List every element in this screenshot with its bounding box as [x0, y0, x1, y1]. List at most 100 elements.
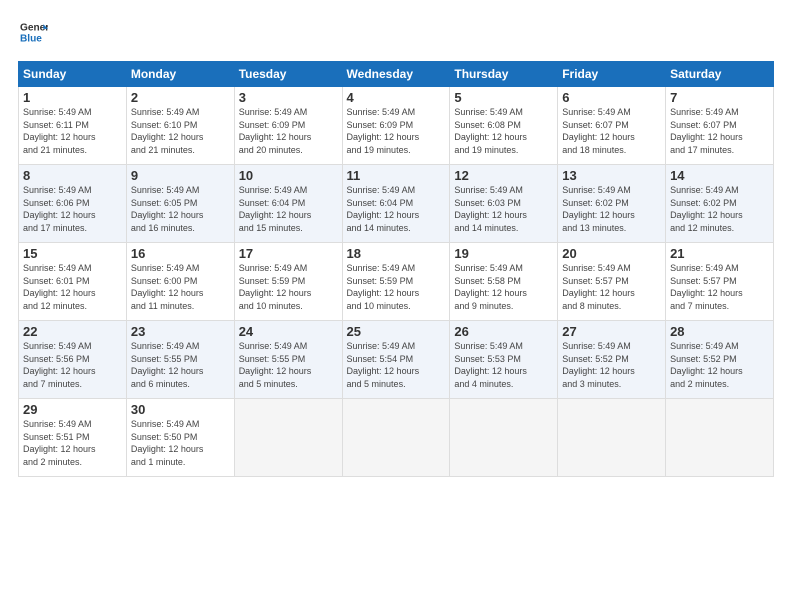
day-number: 13: [562, 168, 661, 183]
calendar-cell: [234, 399, 342, 477]
logo-icon: General Blue: [20, 18, 48, 46]
day-info: Sunrise: 5:49 AM Sunset: 6:10 PM Dayligh…: [131, 106, 230, 156]
day-number: 22: [23, 324, 122, 339]
day-info: Sunrise: 5:49 AM Sunset: 6:11 PM Dayligh…: [23, 106, 122, 156]
day-info: Sunrise: 5:49 AM Sunset: 6:07 PM Dayligh…: [562, 106, 661, 156]
calendar-cell: 12Sunrise: 5:49 AM Sunset: 6:03 PM Dayli…: [450, 165, 558, 243]
day-info: Sunrise: 5:49 AM Sunset: 5:53 PM Dayligh…: [454, 340, 553, 390]
day-number: 24: [239, 324, 338, 339]
calendar-cell: [450, 399, 558, 477]
day-info: Sunrise: 5:49 AM Sunset: 6:06 PM Dayligh…: [23, 184, 122, 234]
calendar-cell: 29Sunrise: 5:49 AM Sunset: 5:51 PM Dayli…: [19, 399, 127, 477]
weekday-header-friday: Friday: [558, 62, 666, 87]
calendar-cell: 25Sunrise: 5:49 AM Sunset: 5:54 PM Dayli…: [342, 321, 450, 399]
day-number: 26: [454, 324, 553, 339]
day-number: 21: [670, 246, 769, 261]
day-info: Sunrise: 5:49 AM Sunset: 6:09 PM Dayligh…: [239, 106, 338, 156]
day-number: 16: [131, 246, 230, 261]
calendar-cell: 4Sunrise: 5:49 AM Sunset: 6:09 PM Daylig…: [342, 87, 450, 165]
day-number: 7: [670, 90, 769, 105]
calendar-cell: 24Sunrise: 5:49 AM Sunset: 5:55 PM Dayli…: [234, 321, 342, 399]
day-number: 25: [347, 324, 446, 339]
calendar-cell: 3Sunrise: 5:49 AM Sunset: 6:09 PM Daylig…: [234, 87, 342, 165]
calendar-cell: 23Sunrise: 5:49 AM Sunset: 5:55 PM Dayli…: [126, 321, 234, 399]
calendar-cell: 27Sunrise: 5:49 AM Sunset: 5:52 PM Dayli…: [558, 321, 666, 399]
day-info: Sunrise: 5:49 AM Sunset: 6:03 PM Dayligh…: [454, 184, 553, 234]
day-info: Sunrise: 5:49 AM Sunset: 6:04 PM Dayligh…: [239, 184, 338, 234]
day-info: Sunrise: 5:49 AM Sunset: 5:50 PM Dayligh…: [131, 418, 230, 468]
day-info: Sunrise: 5:49 AM Sunset: 6:09 PM Dayligh…: [347, 106, 446, 156]
day-number: 4: [347, 90, 446, 105]
svg-text:Blue: Blue: [20, 33, 42, 44]
day-info: Sunrise: 5:49 AM Sunset: 5:52 PM Dayligh…: [562, 340, 661, 390]
day-info: Sunrise: 5:49 AM Sunset: 5:54 PM Dayligh…: [347, 340, 446, 390]
calendar-cell: 18Sunrise: 5:49 AM Sunset: 5:59 PM Dayli…: [342, 243, 450, 321]
calendar-cell: 30Sunrise: 5:49 AM Sunset: 5:50 PM Dayli…: [126, 399, 234, 477]
day-info: Sunrise: 5:49 AM Sunset: 5:55 PM Dayligh…: [239, 340, 338, 390]
day-info: Sunrise: 5:49 AM Sunset: 5:58 PM Dayligh…: [454, 262, 553, 312]
day-number: 17: [239, 246, 338, 261]
day-number: 12: [454, 168, 553, 183]
day-number: 19: [454, 246, 553, 261]
day-info: Sunrise: 5:49 AM Sunset: 6:01 PM Dayligh…: [23, 262, 122, 312]
day-number: 23: [131, 324, 230, 339]
calendar-cell: [558, 399, 666, 477]
calendar-cell: 2Sunrise: 5:49 AM Sunset: 6:10 PM Daylig…: [126, 87, 234, 165]
day-number: 5: [454, 90, 553, 105]
calendar-cell: 7Sunrise: 5:49 AM Sunset: 6:07 PM Daylig…: [666, 87, 774, 165]
day-number: 6: [562, 90, 661, 105]
calendar-cell: 14Sunrise: 5:49 AM Sunset: 6:02 PM Dayli…: [666, 165, 774, 243]
day-number: 8: [23, 168, 122, 183]
calendar-cell: 1Sunrise: 5:49 AM Sunset: 6:11 PM Daylig…: [19, 87, 127, 165]
day-number: 30: [131, 402, 230, 417]
day-info: Sunrise: 5:49 AM Sunset: 5:52 PM Dayligh…: [670, 340, 769, 390]
day-number: 28: [670, 324, 769, 339]
day-number: 9: [131, 168, 230, 183]
calendar-cell: 22Sunrise: 5:49 AM Sunset: 5:56 PM Dayli…: [19, 321, 127, 399]
day-info: Sunrise: 5:49 AM Sunset: 6:02 PM Dayligh…: [670, 184, 769, 234]
calendar-cell: 15Sunrise: 5:49 AM Sunset: 6:01 PM Dayli…: [19, 243, 127, 321]
weekday-header-wednesday: Wednesday: [342, 62, 450, 87]
day-number: 15: [23, 246, 122, 261]
calendar-table: SundayMondayTuesdayWednesdayThursdayFrid…: [18, 61, 774, 477]
header: General Blue: [18, 18, 774, 51]
day-number: 10: [239, 168, 338, 183]
day-number: 3: [239, 90, 338, 105]
day-number: 14: [670, 168, 769, 183]
day-number: 20: [562, 246, 661, 261]
day-info: Sunrise: 5:49 AM Sunset: 6:08 PM Dayligh…: [454, 106, 553, 156]
calendar-cell: 20Sunrise: 5:49 AM Sunset: 5:57 PM Dayli…: [558, 243, 666, 321]
calendar-cell: 19Sunrise: 5:49 AM Sunset: 5:58 PM Dayli…: [450, 243, 558, 321]
logo: General Blue: [18, 18, 48, 51]
day-info: Sunrise: 5:49 AM Sunset: 5:57 PM Dayligh…: [670, 262, 769, 312]
day-info: Sunrise: 5:49 AM Sunset: 6:05 PM Dayligh…: [131, 184, 230, 234]
calendar-cell: 11Sunrise: 5:49 AM Sunset: 6:04 PM Dayli…: [342, 165, 450, 243]
calendar-cell: 28Sunrise: 5:49 AM Sunset: 5:52 PM Dayli…: [666, 321, 774, 399]
weekday-header-monday: Monday: [126, 62, 234, 87]
day-number: 1: [23, 90, 122, 105]
day-info: Sunrise: 5:49 AM Sunset: 6:07 PM Dayligh…: [670, 106, 769, 156]
page: General Blue SundayMondayTuesdayWednesda…: [0, 0, 792, 612]
weekday-header-tuesday: Tuesday: [234, 62, 342, 87]
calendar-cell: 10Sunrise: 5:49 AM Sunset: 6:04 PM Dayli…: [234, 165, 342, 243]
day-info: Sunrise: 5:49 AM Sunset: 5:55 PM Dayligh…: [131, 340, 230, 390]
calendar-cell: [342, 399, 450, 477]
calendar-cell: [666, 399, 774, 477]
day-info: Sunrise: 5:49 AM Sunset: 5:57 PM Dayligh…: [562, 262, 661, 312]
calendar-cell: 21Sunrise: 5:49 AM Sunset: 5:57 PM Dayli…: [666, 243, 774, 321]
weekday-header-sunday: Sunday: [19, 62, 127, 87]
day-info: Sunrise: 5:49 AM Sunset: 5:59 PM Dayligh…: [347, 262, 446, 312]
calendar-cell: 17Sunrise: 5:49 AM Sunset: 5:59 PM Dayli…: [234, 243, 342, 321]
day-info: Sunrise: 5:49 AM Sunset: 6:02 PM Dayligh…: [562, 184, 661, 234]
calendar-cell: 13Sunrise: 5:49 AM Sunset: 6:02 PM Dayli…: [558, 165, 666, 243]
day-info: Sunrise: 5:49 AM Sunset: 5:59 PM Dayligh…: [239, 262, 338, 312]
calendar-cell: 16Sunrise: 5:49 AM Sunset: 6:00 PM Dayli…: [126, 243, 234, 321]
calendar-cell: 5Sunrise: 5:49 AM Sunset: 6:08 PM Daylig…: [450, 87, 558, 165]
calendar-cell: 26Sunrise: 5:49 AM Sunset: 5:53 PM Dayli…: [450, 321, 558, 399]
day-info: Sunrise: 5:49 AM Sunset: 5:51 PM Dayligh…: [23, 418, 122, 468]
day-info: Sunrise: 5:49 AM Sunset: 5:56 PM Dayligh…: [23, 340, 122, 390]
day-number: 29: [23, 402, 122, 417]
calendar-cell: 9Sunrise: 5:49 AM Sunset: 6:05 PM Daylig…: [126, 165, 234, 243]
day-number: 27: [562, 324, 661, 339]
day-info: Sunrise: 5:49 AM Sunset: 6:04 PM Dayligh…: [347, 184, 446, 234]
